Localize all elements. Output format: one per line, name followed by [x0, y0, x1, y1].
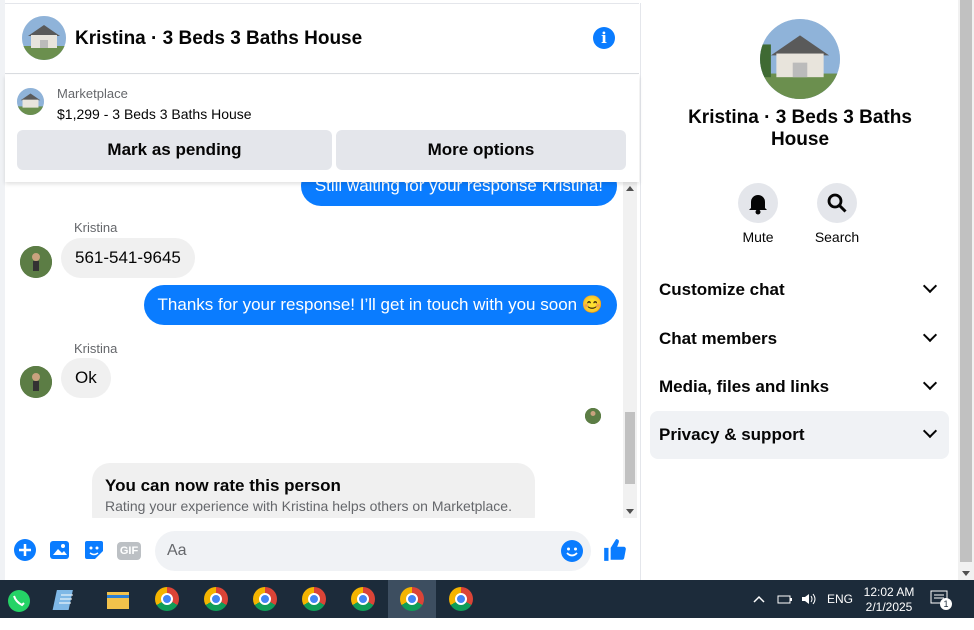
- section-privacy-support[interactable]: Privacy & support: [650, 411, 949, 459]
- message-scrollbar[interactable]: [623, 182, 637, 518]
- file-explorer-icon[interactable]: [94, 580, 142, 618]
- chat-header: Kristina · 3 Beds 3 Baths House i: [5, 4, 639, 74]
- clock-time: 12:02 AM: [863, 585, 915, 599]
- photo-icon[interactable]: [48, 538, 72, 562]
- message-input-container: [155, 531, 591, 571]
- gif-icon[interactable]: GIF: [117, 542, 141, 560]
- rate-subtitle: Rating your experience with Kristina hel…: [105, 498, 512, 514]
- language-indicator[interactable]: ENG: [827, 580, 853, 618]
- section-label: Media, files and links: [659, 377, 830, 396]
- avatar[interactable]: [20, 366, 52, 398]
- section-chat-members[interactable]: Chat members: [650, 315, 949, 363]
- page-scrollbar[interactable]: [958, 0, 974, 580]
- windows-taskbar: ENG 12:02 AM 2/1/2025 1: [0, 580, 974, 618]
- scroll-down-arrow-icon[interactable]: [962, 571, 970, 576]
- plus-icon[interactable]: [13, 538, 37, 562]
- listing-thumbnail[interactable]: [17, 88, 44, 115]
- search-label: Search: [814, 229, 860, 245]
- message-bubble-in: 561-541-9645: [61, 238, 195, 278]
- battery-icon[interactable]: [776, 592, 794, 630]
- message-list: Still waiting for your response Kristina…: [5, 182, 623, 518]
- bell-icon[interactable]: [738, 183, 778, 223]
- whatsapp-icon[interactable]: [0, 580, 48, 618]
- chrome-icon[interactable]: [143, 580, 191, 618]
- chrome-icon[interactable]: [241, 580, 289, 618]
- chrome-icon[interactable]: [192, 580, 240, 618]
- scroll-up-arrow-icon[interactable]: [626, 186, 634, 191]
- chat-panel: Kristina · 3 Beds 3 Baths House i Market…: [5, 3, 639, 580]
- chrome-icon[interactable]: [437, 580, 485, 618]
- clock[interactable]: 12:02 AM 2/1/2025: [862, 585, 916, 623]
- chevron-down-icon: [922, 278, 938, 294]
- like-icon[interactable]: [602, 537, 626, 561]
- section-label: Customize chat: [659, 280, 785, 299]
- mark-pending-button[interactable]: Mark as pending: [17, 130, 332, 170]
- more-options-button[interactable]: More options: [336, 130, 626, 170]
- notification-count: 1: [940, 598, 952, 610]
- chat-title[interactable]: Kristina · 3 Beds 3 Baths House: [75, 28, 362, 50]
- sticker-icon[interactable]: [82, 538, 106, 562]
- chevron-up-icon[interactable]: [752, 592, 768, 630]
- info-icon[interactable]: i: [593, 27, 615, 49]
- chevron-down-icon: [922, 375, 938, 391]
- listing-avatar[interactable]: [22, 16, 66, 60]
- notepad-icon[interactable]: [45, 580, 93, 618]
- chat-details-panel: Kristina · 3 Beds 3 Baths House Mute Sea…: [640, 3, 958, 580]
- marketplace-card: Marketplace $1,299 - 3 Beds 3 Baths Hous…: [5, 75, 639, 182]
- page-scroll-thumb[interactable]: [960, 0, 972, 562]
- avatar[interactable]: [20, 246, 52, 278]
- chrome-icon[interactable]: [339, 580, 387, 618]
- emoji-icon[interactable]: [561, 540, 583, 562]
- scroll-thumb[interactable]: [625, 412, 635, 484]
- listing-title[interactable]: $1,299 - 3 Beds 3 Baths House: [57, 106, 252, 122]
- mute-label: Mute: [742, 229, 774, 245]
- message-bubble-out: Thanks for your response! I’ll get in to…: [143, 285, 617, 325]
- notification-icon[interactable]: 1: [930, 590, 954, 628]
- message-bubble-out: Still waiting for your response Kristina…: [300, 182, 617, 206]
- chevron-down-icon: [922, 327, 938, 343]
- rate-person-card[interactable]: You can now rate this person Rating your…: [92, 463, 535, 518]
- message-bubble-in: Ok: [61, 358, 111, 398]
- mute-action[interactable]: Mute: [728, 183, 788, 245]
- section-label: Chat members: [659, 329, 778, 348]
- section-customize-chat[interactable]: Customize chat: [650, 266, 949, 314]
- chevron-down-icon: [922, 423, 938, 439]
- clock-date: 2/1/2025: [865, 600, 913, 614]
- seen-avatar: [585, 408, 601, 424]
- rate-title: You can now rate this person: [105, 476, 341, 495]
- composer: GIF: [5, 522, 639, 580]
- scroll-down-arrow-icon[interactable]: [626, 509, 634, 514]
- message-input[interactable]: [167, 531, 547, 571]
- chrome-icon[interactable]: [388, 580, 436, 618]
- chrome-icon[interactable]: [290, 580, 338, 618]
- section-media-files-links[interactable]: Media, files and links: [650, 363, 949, 411]
- volume-icon[interactable]: [800, 592, 818, 630]
- profile-name: Kristina · 3 Beds 3 Baths House: [688, 107, 912, 150]
- section-label: Privacy & support: [659, 425, 805, 444]
- profile-avatar[interactable]: [760, 19, 840, 99]
- search-action[interactable]: Search: [807, 183, 867, 245]
- sender-name: Kristina: [74, 341, 118, 356]
- marketplace-label: Marketplace: [57, 86, 128, 101]
- sender-name: Kristina: [74, 220, 118, 235]
- search-icon[interactable]: [817, 183, 857, 223]
